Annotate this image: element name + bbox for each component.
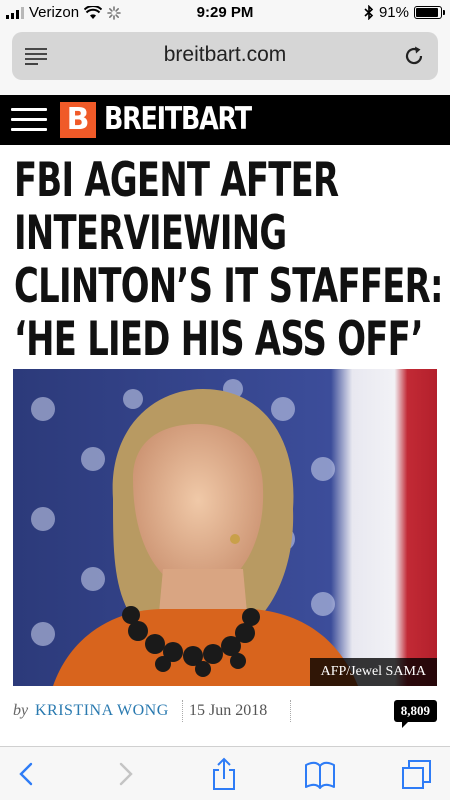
status-bar: Verizon 9:29 PM 91% <box>0 0 450 28</box>
status-right: 91% <box>364 4 445 21</box>
headline-line: INTERVIEWING <box>14 206 287 261</box>
site-header: B BREITBART <box>0 95 450 145</box>
article-photo[interactable]: AFP/Jewel SAMA <box>13 369 437 686</box>
byline-divider <box>182 700 183 722</box>
battery-percent: 91% <box>378 4 409 21</box>
share-icon[interactable] <box>207 757 241 791</box>
publish-date: 15 Jun 2018 <box>189 702 268 719</box>
forward-icon[interactable] <box>108 757 142 791</box>
bookmarks-icon[interactable] <box>303 757 337 791</box>
site-logo-text[interactable]: BREITBART <box>104 101 252 137</box>
bluetooth-icon <box>364 5 374 20</box>
address-bar[interactable]: breitbart.com <box>12 32 438 80</box>
battery-icon <box>414 6 445 19</box>
article-byline: by KRISTINA WONG 15 Jun 2018 8,809 <box>13 700 437 728</box>
browser-chrome: Verizon 9:29 PM 91% breitbart.com <box>0 0 450 95</box>
photo-caption: AFP/Jewel SAMA <box>309 658 437 686</box>
article-headline: FBI AGENT AFTER INTERVIEWING CLINTON’S I… <box>14 154 444 366</box>
headline-line: ‘HE LIED HIS ASS OFF’ <box>14 312 424 367</box>
comment-count-badge[interactable]: 8,809 <box>393 700 437 728</box>
byline-divider <box>290 700 291 722</box>
by-label: by <box>13 702 29 719</box>
logo-mark[interactable]: B <box>60 102 96 138</box>
photo-illustration <box>13 369 437 686</box>
author-link[interactable]: KRISTINA WONG <box>35 702 169 720</box>
headline-line: FBI AGENT AFTER <box>14 153 339 208</box>
battery-fill <box>416 8 438 17</box>
url-text[interactable]: breitbart.com <box>12 43 438 67</box>
back-icon[interactable] <box>10 757 44 791</box>
tabs-icon[interactable] <box>400 757 434 791</box>
reload-icon[interactable] <box>402 44 426 68</box>
safari-toolbar <box>0 746 450 800</box>
headline-line: CLINTON’S IT STAFFER: <box>14 259 444 314</box>
menu-icon[interactable] <box>11 106 47 134</box>
